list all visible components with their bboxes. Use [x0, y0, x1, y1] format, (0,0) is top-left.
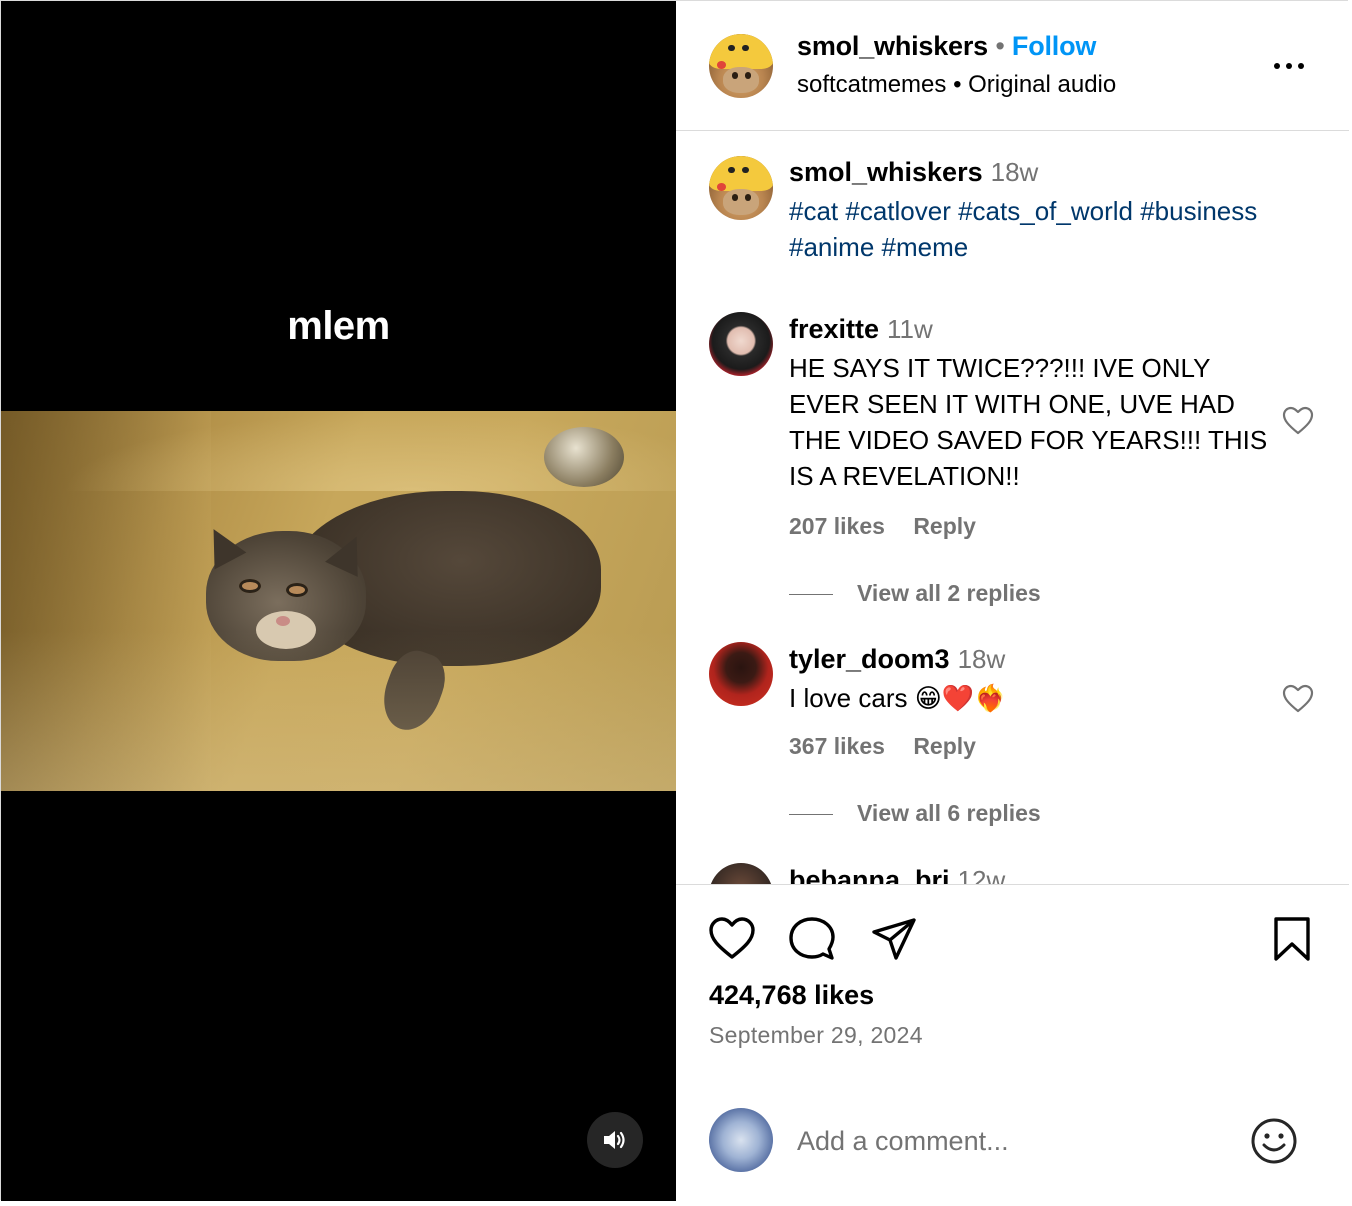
- reply-button[interactable]: Reply: [913, 733, 976, 759]
- separator-dot: •: [995, 31, 1005, 61]
- comment-likes-count[interactable]: 207 likes: [789, 513, 885, 539]
- caption-hashtags[interactable]: #cat #catlover #cats_of_world #business …: [789, 193, 1269, 265]
- commenter-avatar[interactable]: [709, 312, 773, 376]
- comment-likes-count[interactable]: 367 likes: [789, 733, 885, 759]
- emoji-icon[interactable]: [1250, 1117, 1298, 1165]
- author-username[interactable]: smol_whiskers: [797, 31, 988, 61]
- comment-like-heart-icon[interactable]: [1282, 684, 1314, 714]
- caption-username[interactable]: smol_whiskers: [789, 157, 983, 187]
- more-options-button[interactable]: [1268, 51, 1314, 81]
- post-header: smol_whiskers • Follow softcatmemes • Or…: [676, 1, 1349, 131]
- replies-divider: [789, 594, 833, 596]
- post-date[interactable]: September 29, 2024: [709, 1022, 923, 1049]
- commenter-avatar[interactable]: [709, 642, 773, 706]
- comments-list[interactable]: smol_whiskers 18w #cat #catlover #cats_of…: [676, 132, 1349, 885]
- add-comment-row: [676, 1091, 1349, 1201]
- comment-meta: 367 likes Reply: [789, 733, 998, 760]
- post-modal: mlem smol_whiskers • Follow softcatmemes…: [0, 0, 1349, 1201]
- video-overlay-text: mlem: [287, 304, 390, 348]
- post-side-panel: smol_whiskers • Follow softcatmemes • Or…: [676, 1, 1349, 1201]
- audio-info: softcatmemes • Original audio: [797, 71, 1116, 99]
- add-comment-input[interactable]: [797, 1121, 1217, 1161]
- replies-divider: [789, 814, 833, 816]
- audio-owner-link[interactable]: softcatmemes: [797, 71, 946, 98]
- commenter-username[interactable]: bebanna_bri: [789, 865, 950, 884]
- original-audio-link[interactable]: Original audio: [968, 71, 1116, 98]
- speaker-icon: [604, 1131, 625, 1149]
- view-replies-label: View all 2 replies: [857, 580, 1041, 606]
- share-icon[interactable]: [870, 916, 918, 962]
- post-likes-count[interactable]: 424,768 likes: [709, 980, 874, 1011]
- video-frame-cat-in-bathtub: [1, 411, 676, 791]
- comment-timestamp[interactable]: 12w: [958, 865, 1006, 884]
- comment-text: I love cars 😁❤️❤️‍🔥: [789, 683, 1007, 713]
- more-options-icon: [1274, 63, 1280, 69]
- audio-separator-dot: •: [953, 71, 962, 98]
- commenter-avatar[interactable]: [709, 863, 773, 884]
- author-name-row: smol_whiskers • Follow: [797, 31, 1096, 62]
- heart-icon[interactable]: [708, 916, 756, 962]
- follow-button[interactable]: Follow: [1012, 31, 1096, 61]
- commenter-username[interactable]: tyler_doom3: [789, 644, 950, 674]
- comment-timestamp[interactable]: 11w: [887, 314, 933, 344]
- comment-like-heart-icon[interactable]: [1282, 406, 1314, 436]
- caption-header: smol_whiskers 18w: [789, 157, 1038, 188]
- comment-meta: 207 likes Reply: [789, 513, 998, 540]
- comment-timestamp[interactable]: 18w: [958, 644, 1006, 674]
- view-replies-button[interactable]: View all 2 replies: [789, 580, 1041, 607]
- author-avatar[interactable]: [709, 34, 773, 98]
- comment-icon[interactable]: [788, 916, 836, 962]
- caption-timestamp[interactable]: 18w: [991, 157, 1039, 187]
- video-player[interactable]: mlem: [1, 1, 676, 1201]
- sound-toggle-button[interactable]: [587, 1112, 643, 1168]
- view-replies-label: View all 6 replies: [857, 800, 1041, 826]
- current-user-avatar: [709, 1108, 773, 1172]
- bookmark-icon[interactable]: [1268, 916, 1316, 962]
- view-replies-button[interactable]: View all 6 replies: [789, 800, 1041, 827]
- comment-text: HE SAYS IT TWICE???!!! IVE ONLY EVER SEE…: [789, 353, 1268, 491]
- caption-avatar[interactable]: [709, 156, 773, 220]
- reply-button[interactable]: Reply: [913, 513, 976, 539]
- commenter-username[interactable]: frexitte: [789, 314, 879, 344]
- post-actions: 424,768 likes September 29, 2024: [676, 886, 1349, 1201]
